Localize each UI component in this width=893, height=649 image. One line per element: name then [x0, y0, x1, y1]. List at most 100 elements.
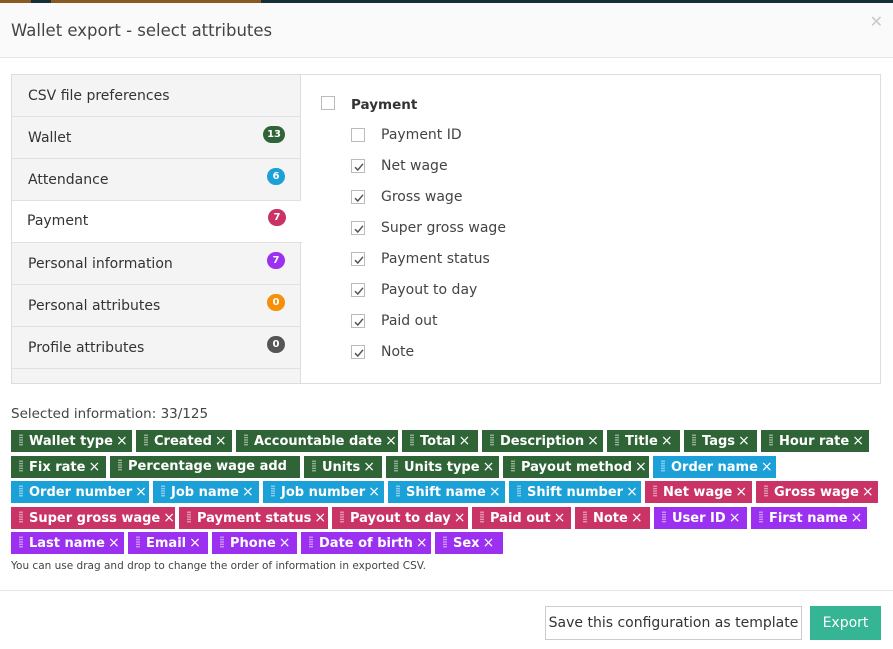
option-checkbox[interactable] [351, 190, 365, 204]
drag-handle-icon[interactable] [661, 459, 665, 472]
remove-tag-icon[interactable]: × [116, 430, 128, 452]
export-button[interactable]: Export [810, 606, 881, 640]
selected-tag-wallet-type[interactable]: Wallet type × [11, 430, 132, 452]
option-checkbox[interactable] [351, 252, 365, 266]
drag-handle-icon[interactable] [764, 485, 768, 497]
remove-tag-icon[interactable]: × [314, 507, 326, 529]
drag-handle-icon[interactable] [271, 485, 275, 497]
selected-tag-payout-method[interactable]: Payout method × [503, 455, 649, 478]
drag-handle-icon[interactable] [662, 510, 666, 523]
remove-tag-icon[interactable]: × [661, 430, 673, 452]
selected-tag-job-number[interactable]: Job number × [263, 481, 384, 503]
remove-tag-icon[interactable]: × [279, 532, 291, 554]
selected-tag-shift-name[interactable]: Shift name × [388, 481, 505, 503]
drag-handle-icon[interactable] [517, 485, 521, 497]
remove-tag-icon[interactable]: × [729, 507, 741, 529]
selected-tag-payout-to-day[interactable]: Payout to day × [332, 506, 468, 529]
drag-handle-icon[interactable] [480, 510, 484, 523]
option-checkbox[interactable] [351, 283, 365, 297]
selected-tag-email[interactable]: Email × [128, 532, 208, 554]
remove-tag-icon[interactable]: × [88, 456, 100, 478]
remove-tag-icon[interactable]: × [483, 532, 495, 554]
drag-handle-icon[interactable] [220, 536, 224, 548]
selected-tag-hour-rate[interactable]: Hour rate × [761, 430, 869, 452]
drag-handle-icon[interactable] [19, 459, 23, 472]
remove-tag-icon[interactable]: × [215, 430, 227, 452]
remove-tag-icon[interactable]: × [862, 481, 874, 503]
remove-tag-icon[interactable]: × [189, 532, 201, 554]
drag-handle-icon[interactable] [19, 485, 23, 497]
drag-handle-icon[interactable] [340, 510, 344, 523]
close-icon[interactable]: ✕ [870, 13, 883, 31]
selected-tag-first-name[interactable]: First name × [751, 506, 867, 529]
selected-tag-fix-rate[interactable]: Fix rate × [11, 455, 106, 478]
drag-handle-icon[interactable] [443, 536, 447, 548]
remove-tag-icon[interactable]: × [242, 481, 254, 503]
drag-handle-icon[interactable] [187, 510, 191, 523]
remove-tag-icon[interactable]: × [735, 481, 747, 503]
selected-tag-units[interactable]: Units × [304, 455, 382, 478]
sidebar-item-personal-information[interactable]: Personal information 7 [12, 243, 301, 285]
remove-tag-icon[interactable]: × [385, 430, 397, 452]
selected-tag-percentage-wage-add[interactable]: Percentage wage add× [110, 455, 300, 497]
selected-tag-order-name[interactable]: Order name × [653, 455, 776, 478]
remove-tag-icon[interactable]: × [163, 507, 175, 529]
remove-tag-icon[interactable]: × [851, 507, 863, 529]
remove-tag-icon[interactable]: × [626, 481, 638, 503]
remove-tag-icon[interactable]: × [587, 430, 599, 452]
drag-handle-icon[interactable] [19, 536, 23, 548]
group-checkbox[interactable] [321, 96, 335, 110]
selected-tag-total[interactable]: Total × [402, 430, 478, 452]
drag-handle-icon[interactable] [118, 458, 122, 471]
remove-tag-icon[interactable]: × [761, 456, 773, 478]
selected-tag-user-id[interactable]: User ID × [654, 506, 747, 529]
selected-tag-created[interactable]: Created × [136, 430, 232, 452]
remove-tag-icon[interactable]: × [454, 507, 466, 529]
selected-tag-payment-status[interactable]: Payment status × [179, 506, 328, 529]
drag-handle-icon[interactable] [692, 434, 696, 446]
sidebar-item-csv-file-preferences[interactable]: CSV file preferences [12, 75, 301, 117]
selected-tag-shift-number[interactable]: Shift number × [509, 481, 641, 503]
selected-tag-tags[interactable]: Tags × [684, 430, 757, 452]
remove-tag-icon[interactable]: × [489, 481, 501, 503]
drag-handle-icon[interactable] [759, 510, 763, 523]
remove-tag-icon[interactable]: × [363, 456, 375, 478]
selected-tag-description[interactable]: Description × [482, 430, 603, 452]
remove-tag-icon[interactable]: × [135, 481, 147, 503]
selected-tag-note[interactable]: Note × [575, 506, 650, 529]
sidebar-item-attendance[interactable]: Attendance 6 [12, 159, 301, 201]
remove-tag-icon[interactable]: × [108, 532, 120, 554]
drag-handle-icon[interactable] [769, 434, 773, 446]
selected-tag-phone[interactable]: Phone × [212, 532, 297, 554]
drag-handle-icon[interactable] [615, 434, 619, 446]
remove-tag-icon[interactable]: × [368, 481, 380, 503]
selected-tag-super-gross-wage[interactable]: Super gross wage × [11, 506, 175, 529]
selected-tag-units-type[interactable]: Units type × [386, 455, 499, 478]
selected-tag-sex[interactable]: Sex × [435, 532, 503, 554]
sidebar-item-payment[interactable]: Payment 7 [12, 201, 302, 243]
selected-tag-date-of-birth[interactable]: Date of birth × [301, 532, 431, 554]
drag-handle-icon[interactable] [244, 434, 248, 446]
sidebar-item-profile-attributes[interactable]: Profile attributes 0 [12, 327, 301, 369]
drag-handle-icon[interactable] [19, 510, 23, 523]
option-checkbox[interactable] [351, 314, 365, 328]
option-checkbox[interactable] [351, 128, 365, 142]
drag-handle-icon[interactable] [309, 536, 313, 548]
selected-tag-gross-wage[interactable]: Gross wage × [756, 481, 878, 503]
selected-tag-accountable-date[interactable]: Accountable date × [236, 430, 398, 452]
drag-handle-icon[interactable] [144, 434, 148, 446]
sidebar-item-personal-attributes[interactable]: Personal attributes 0 [12, 285, 301, 327]
selected-tag-net-wage[interactable]: Net wage × [645, 481, 752, 503]
drag-handle-icon[interactable] [312, 459, 316, 472]
save-template-button[interactable]: Save this configuration as template [545, 606, 802, 640]
selected-tag-order-number[interactable]: Order number × [11, 481, 149, 503]
remove-tag-icon[interactable]: × [852, 430, 864, 452]
drag-handle-icon[interactable] [490, 434, 494, 446]
selected-tag-title[interactable]: Title × [607, 430, 680, 452]
drag-handle-icon[interactable] [511, 459, 515, 472]
selected-tag-job-name[interactable]: Job name × [153, 481, 259, 503]
drag-handle-icon[interactable] [410, 434, 414, 446]
option-checkbox[interactable] [351, 159, 365, 173]
option-checkbox[interactable] [351, 345, 365, 359]
drag-handle-icon[interactable] [583, 510, 587, 523]
